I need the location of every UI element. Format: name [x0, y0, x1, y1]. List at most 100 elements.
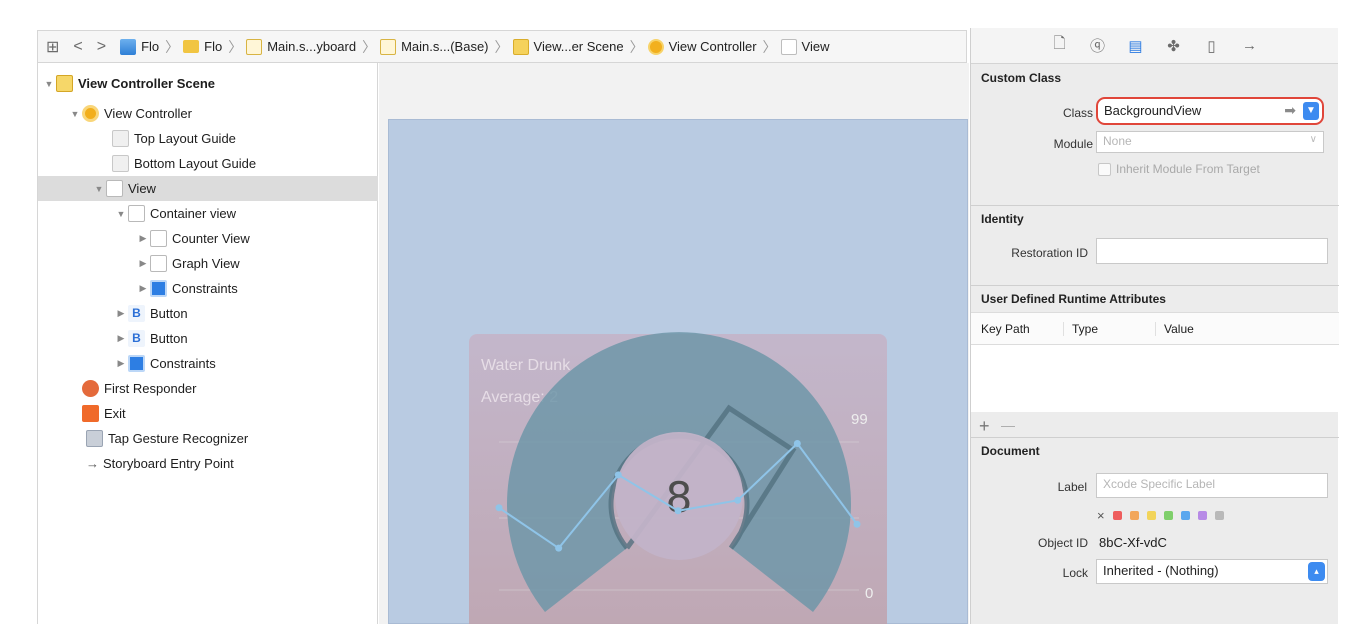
breadcrumb-view[interactable]: View	[780, 38, 829, 55]
breadcrumb-project[interactable]: Flo	[120, 38, 159, 55]
outline-row-bottom-layout-guide[interactable]: Bottom Layout Guide	[38, 151, 378, 176]
related-items-grid-icon[interactable]: ⊞	[46, 37, 59, 57]
disclosure-open-icon[interactable]: ▼	[114, 209, 128, 219]
object-id-label: Object ID	[1037, 536, 1088, 550]
column-header-type[interactable]: Type	[1063, 321, 1155, 336]
document-outline: ▼ View Controller Scene ▼ View Controller …	[37, 63, 378, 624]
outline-row-container-view[interactable]: ▼ Container view	[38, 201, 378, 226]
dropdown-chevron-icon[interactable]: ▼	[1303, 102, 1319, 120]
file-inspector-icon[interactable]: 🗋	[1051, 33, 1069, 58]
color-swatch[interactable]	[1146, 511, 1156, 520]
button-icon: B	[128, 330, 145, 347]
disclosure-closed-icon[interactable]: ▶	[114, 358, 128, 369]
chevron-right-icon: 〉	[762, 38, 777, 55]
back-button[interactable]: <	[73, 38, 82, 56]
color-swatch[interactable]	[1214, 511, 1224, 520]
disclosure-closed-icon[interactable]: ▶	[136, 283, 150, 294]
outline-row-constraints-outer[interactable]: ▶ Constraints	[38, 351, 378, 376]
layout-guide-icon	[112, 155, 129, 172]
column-header-value[interactable]: Value	[1155, 321, 1194, 336]
size-inspector-icon[interactable]: ▯	[1203, 37, 1221, 55]
view-controller-scene-canvas[interactable]: Water Drunk Average: 2 99 0 8	[388, 119, 968, 624]
chevron-down-icon: ∨	[1309, 134, 1317, 145]
color-swatch[interactable]	[1180, 511, 1190, 520]
module-label: Module	[1053, 137, 1093, 151]
constraints-icon	[128, 355, 145, 372]
breadcrumb-storyboard-base[interactable]: Main.s...(Base)	[380, 38, 489, 55]
inherit-module-label: Inherit Module From Target	[1116, 162, 1260, 176]
outline-row-view[interactable]: ▼ View	[38, 176, 378, 201]
custom-class-section: Custom Class Class BackgroundView ➡ ▼ Mo…	[971, 65, 1339, 206]
outline-row-exit[interactable]: Exit	[38, 401, 378, 426]
data-point	[555, 544, 563, 552]
breadcrumb-view-controller[interactable]: View Controller	[647, 38, 757, 55]
counter-value: 8	[666, 473, 693, 522]
disclosure-closed-icon[interactable]: ▶	[136, 233, 150, 244]
outline-row-scene[interactable]: ▼ View Controller Scene	[38, 71, 378, 96]
disclosure-open-icon[interactable]: ▼	[68, 109, 82, 119]
outline-row-counter-view[interactable]: ▶ Counter View	[38, 226, 378, 251]
button-icon: B	[128, 305, 145, 322]
data-point	[495, 504, 503, 512]
storyboard-canvas[interactable]: Water Drunk Average: 2 99 0 8	[379, 63, 969, 624]
color-swatch[interactable]	[1197, 511, 1207, 520]
outline-row-entry-point[interactable]: → Storyboard Entry Point	[38, 451, 378, 476]
project-icon	[120, 38, 137, 55]
data-point	[614, 471, 622, 479]
column-header-key-path[interactable]: Key Path	[971, 322, 1063, 336]
layout-guide-icon	[112, 130, 129, 147]
class-field[interactable]: BackgroundView ➡ ▼	[1096, 97, 1324, 125]
storyboard-icon	[380, 38, 397, 55]
disclosure-closed-icon[interactable]: ▶	[136, 258, 150, 269]
inspector-tabs: 🗋 ⓠ ▤ ✤ ▯ →	[971, 28, 1338, 64]
disclosure-open-icon[interactable]: ▼	[92, 184, 106, 194]
outline-row-top-layout-guide[interactable]: Top Layout Guide	[38, 126, 378, 151]
scene-icon	[512, 38, 529, 55]
forward-button[interactable]: >	[97, 38, 106, 56]
label-field[interactable]: Xcode Specific Label	[1096, 473, 1328, 498]
remove-attribute-button[interactable]: —	[1001, 417, 1015, 433]
chevron-right-icon: 〉	[165, 38, 180, 55]
jump-bar: ⊞ < > Flo 〉 Flo 〉 Main.s...yboard 〉 Main.s.…	[37, 30, 967, 63]
clear-color-button[interactable]: ×	[1097, 508, 1105, 523]
add-attribute-button[interactable]: +	[979, 416, 990, 437]
outline-row-view-controller[interactable]: ▼ View Controller	[38, 101, 378, 126]
module-field[interactable]: None ∨	[1096, 131, 1324, 153]
view-icon	[780, 38, 797, 55]
data-point	[674, 507, 682, 515]
graph-min-label: 0	[865, 585, 873, 602]
lock-select[interactable]: Inherited - (Nothing) ▴	[1096, 559, 1328, 584]
outline-row-first-responder[interactable]: First Responder	[38, 376, 378, 401]
outline-row-tap-gesture[interactable]: Tap Gesture Recognizer	[38, 426, 378, 451]
breadcrumb-storyboard[interactable]: Main.s...yboard	[246, 38, 356, 55]
section-title: Identity	[981, 212, 1024, 226]
disclosure-closed-icon[interactable]: ▶	[114, 308, 128, 319]
data-point	[853, 520, 861, 528]
color-swatch[interactable]	[1163, 511, 1173, 520]
connections-inspector-icon[interactable]: →	[1241, 37, 1259, 54]
disclosure-closed-icon[interactable]: ▶	[114, 333, 128, 344]
identity-inspector-icon[interactable]: ▤	[1127, 37, 1145, 55]
data-point	[734, 496, 742, 504]
graph-title: Water Drunk	[481, 357, 571, 374]
breadcrumb-scene[interactable]: View...er Scene	[512, 38, 624, 55]
outline-row-button-2[interactable]: ▶ B Button	[38, 326, 378, 351]
disclosure-open-icon[interactable]: ▼	[42, 79, 56, 89]
color-swatch[interactable]	[1112, 511, 1122, 520]
restoration-id-field[interactable]	[1096, 238, 1328, 264]
outline-row-graph-view[interactable]: ▶ Graph View	[38, 251, 378, 276]
section-title: Custom Class	[981, 71, 1062, 85]
inherit-module-checkbox[interactable]	[1098, 163, 1111, 176]
outline-row-button-1[interactable]: ▶ B Button	[38, 301, 378, 326]
runtime-attributes-table[interactable]: Key Path Type Value	[971, 312, 1339, 412]
chevron-right-icon: 〉	[494, 38, 509, 55]
section-title: User Defined Runtime Attributes	[981, 292, 1166, 306]
breadcrumb-folder[interactable]: Flo	[183, 39, 222, 54]
table-header: Key Path Type Value	[971, 313, 1339, 345]
go-to-arrow-icon[interactable]: ➡	[1284, 102, 1296, 119]
outline-row-constraints-inner[interactable]: ▶ Constraints	[38, 276, 378, 301]
help-inspector-icon[interactable]: ⓠ	[1089, 35, 1107, 56]
attributes-inspector-icon[interactable]: ✤	[1165, 37, 1183, 55]
runtime-attributes-section: User Defined Runtime Attributes Key Path…	[971, 286, 1339, 438]
color-swatch[interactable]	[1129, 511, 1139, 520]
